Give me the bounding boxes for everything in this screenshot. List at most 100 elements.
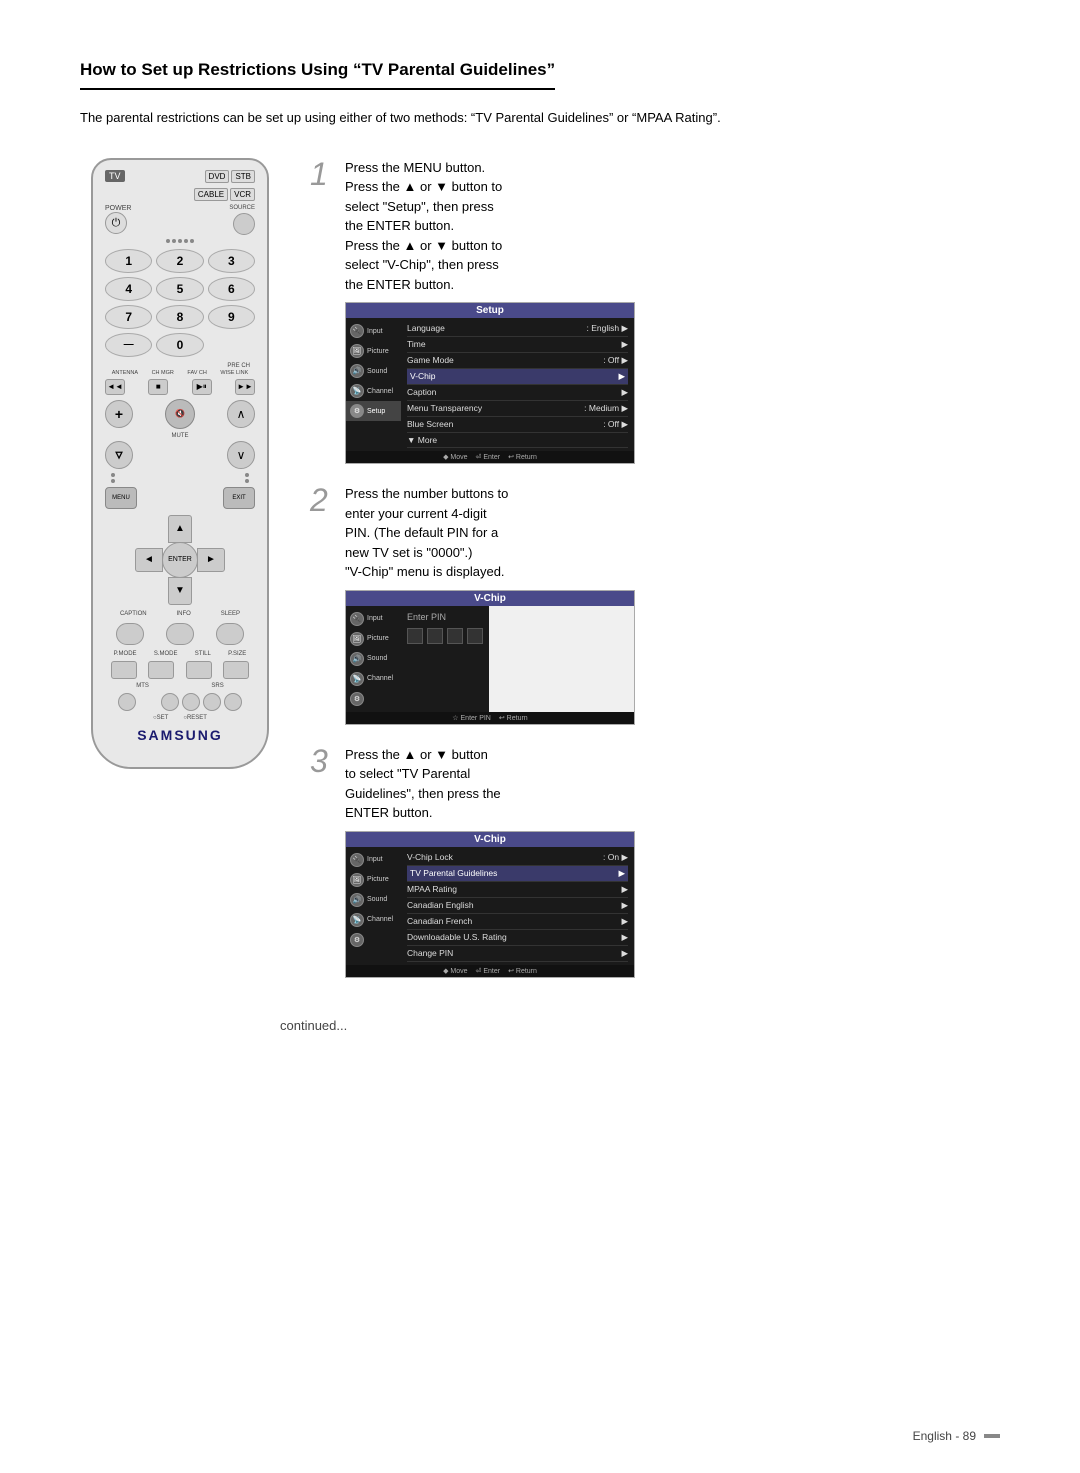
menu-time: Time▶	[407, 337, 628, 353]
setup-icon-3: ⚙	[350, 933, 364, 947]
transport-controls: ◄◄ ■ ▶⏸ ►►	[105, 379, 255, 395]
btn-5[interactable]: 5	[156, 277, 203, 301]
btn-0[interactable]: 0	[156, 333, 203, 357]
set-reset-row: ○SET ○RESET	[105, 715, 255, 721]
sleep-button[interactable]	[216, 623, 244, 645]
page-title: How to Set up Restrictions Using “TV Par…	[80, 60, 555, 90]
vcr-badge: VCR	[230, 188, 255, 201]
exit-button[interactable]: EXIT	[223, 487, 255, 509]
s-mode-button[interactable]	[148, 661, 174, 679]
sidebar2-input: 🔌 Input	[346, 609, 401, 629]
menu-vchip: V-Chip▶	[407, 369, 628, 385]
page-number: English - 89	[913, 1429, 1000, 1443]
tv-sidebar-3: 🔌 Input 🖼 Picture 🔊 Sound	[346, 847, 401, 965]
page-number-text: English - 89	[913, 1429, 976, 1443]
sidebar-picture: 🖼 Picture	[346, 341, 401, 361]
tv-footer-1: ◆ Move⏎ Enter↩ Return	[346, 451, 634, 463]
channel-icon-3: 📡	[350, 913, 364, 927]
menu3-cdn-french: Canadian French▶	[407, 914, 628, 930]
sound-icon-2: 🔊	[350, 652, 364, 666]
step-3: 3 Press the ▲ or ▼ button to select "TV …	[310, 745, 1000, 978]
mode-labels: P.MODE S.MODE STILL P.SIZE	[105, 651, 255, 657]
channel-icon: 📡	[350, 384, 364, 398]
p-mode-button[interactable]	[111, 661, 137, 679]
tv-pin-area: Enter PIN	[401, 606, 489, 712]
tv-badge: TV	[105, 170, 125, 182]
sidebar-sound: 🔊 Sound	[346, 361, 401, 381]
d-pad-right[interactable]: ►	[197, 548, 225, 572]
mute-button[interactable]: 🔇	[165, 399, 195, 429]
step-1-content: Press the MENU button. Press the ▲ or ▼ …	[345, 158, 1000, 465]
btn-9[interactable]: 9	[208, 305, 255, 329]
btn-4[interactable]: 4	[105, 277, 152, 301]
menu3-cdn-english: Canadian English▶	[407, 898, 628, 914]
stop-button[interactable]: ■	[148, 379, 168, 395]
antenna-labels: ANTENNA CH MGR FAV CH WISE LINK	[105, 370, 255, 376]
number-grid: 1 2 3 4 5 6 7 8 9 — 0	[105, 249, 255, 357]
btn-2[interactable]: 2	[156, 249, 203, 273]
enter-button[interactable]: ENTER	[162, 542, 198, 578]
power-label: POWER	[105, 205, 131, 212]
btn-7[interactable]: 7	[105, 305, 152, 329]
btn-dash[interactable]: —	[105, 333, 152, 357]
d-pad-down[interactable]: ▼	[168, 577, 192, 605]
sidebar2-sound: 🔊 Sound	[346, 649, 401, 669]
step-2: 2 Press the number buttons to enter your…	[310, 484, 1000, 725]
srs-button[interactable]	[161, 693, 179, 711]
tv-screen-2: V-Chip 🔌 Input 🖼 Picture	[345, 590, 635, 725]
extra-button-2[interactable]	[203, 693, 221, 711]
step-2-content: Press the number buttons to enter your c…	[345, 484, 1000, 725]
power-button[interactable]: ⏻	[105, 212, 127, 234]
extra-button-3[interactable]	[224, 693, 242, 711]
ff-button[interactable]: ►►	[235, 379, 255, 395]
tv-header-2: V-Chip	[346, 591, 634, 606]
btn-8[interactable]: 8	[156, 305, 203, 329]
ch-down-button[interactable]: ∨	[227, 441, 255, 469]
pin-block-2	[427, 628, 443, 644]
rew-button[interactable]: ◄◄	[105, 379, 125, 395]
mts-srs-row	[105, 693, 255, 711]
sidebar3-channel: 📡 Channel	[346, 910, 401, 930]
caption-button[interactable]	[116, 623, 144, 645]
menu3-download-rating: Downloadable U.S. Rating▶	[407, 930, 628, 946]
step-1: 1 Press the MENU button. Press the ▲ or …	[310, 158, 1000, 465]
tv-header-1: Setup	[346, 303, 634, 318]
d-pad-left[interactable]: ◄	[135, 548, 163, 572]
btn-3[interactable]: 3	[208, 249, 255, 273]
tv-sidebar-1: 🔌 Input 🖼 Picture 🔊 Sound	[346, 318, 401, 451]
p-size-button[interactable]	[223, 661, 249, 679]
tv-screen-3: V-Chip 🔌 Input 🖼 Picture	[345, 831, 635, 978]
play-pause-button[interactable]: ▶⏸	[192, 379, 212, 395]
vol-up-button[interactable]: +	[105, 400, 133, 428]
menu-exit-row: MENU EXIT	[105, 487, 255, 509]
extra-button-1[interactable]	[182, 693, 200, 711]
tv-body-1: 🔌 Input 🖼 Picture 🔊 Sound	[346, 318, 634, 451]
pre-ch-label: PRE CH	[105, 363, 250, 369]
sidebar3-sound: 🔊 Sound	[346, 890, 401, 910]
pin-block-1	[407, 628, 423, 644]
btn-6[interactable]: 6	[208, 277, 255, 301]
step-2-text: Press the number buttons to enter your c…	[345, 484, 1000, 582]
cable-badge: CABLE	[194, 188, 228, 201]
picture-icon-2: 🖼	[350, 632, 364, 646]
menu-button[interactable]: MENU	[105, 487, 137, 509]
stb-badge: STB	[231, 170, 255, 183]
mts-srs-labels: MTS SRS	[105, 683, 255, 689]
info-button[interactable]	[166, 623, 194, 645]
tv-header-3: V-Chip	[346, 832, 634, 847]
picture-icon-3: 🖼	[350, 873, 364, 887]
remote-body: TV DVD STB CABLE VCR POWER	[91, 158, 269, 769]
d-pad-up[interactable]: ▲	[168, 515, 192, 543]
sidebar-channel: 📡 Channel	[346, 381, 401, 401]
mts-button[interactable]	[118, 693, 136, 711]
setup-icon: ⚙	[350, 404, 364, 418]
intro-text: The parental restrictions can be set up …	[80, 108, 1000, 128]
still-button[interactable]	[186, 661, 212, 679]
enter-pin-label: Enter PIN	[407, 612, 483, 622]
ch-up-button[interactable]: ∧	[227, 400, 255, 428]
continued-text: continued...	[280, 1018, 1000, 1033]
tv-body-3: 🔌 Input 🖼 Picture 🔊 Sound	[346, 847, 634, 965]
source-button[interactable]	[233, 213, 255, 235]
btn-1[interactable]: 1	[105, 249, 152, 273]
vol-down-button[interactable]: ▿	[105, 441, 133, 469]
